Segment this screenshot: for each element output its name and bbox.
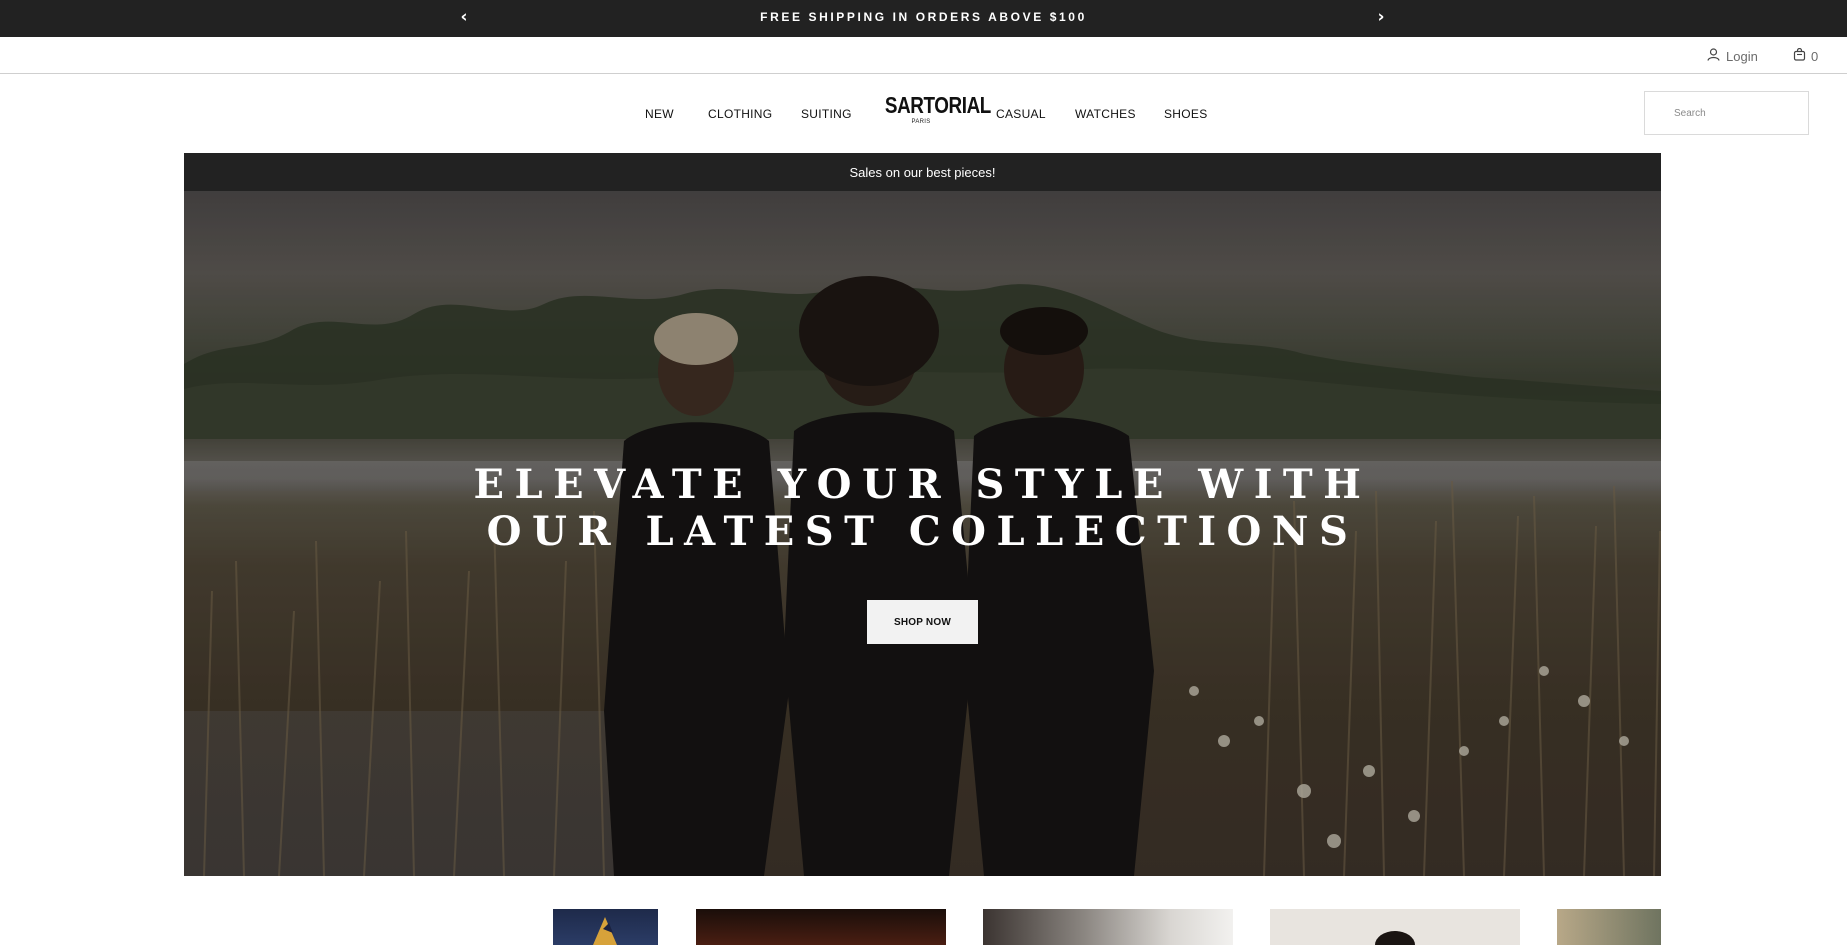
logo-wordmark: SARTORIAL	[884, 92, 991, 118]
hero-section: Sales on our best pieces! ELEVATE YOUR S…	[184, 153, 1661, 876]
category-strip	[0, 909, 1847, 945]
category-card[interactable]	[983, 909, 1233, 945]
nav-item-clothing[interactable]: CLOTHING	[708, 107, 772, 121]
hero-headline-line1: ELEVATE YOUR STYLE WITH	[473, 461, 1372, 508]
nav-item-new[interactable]: NEW	[645, 107, 674, 121]
announcement-bar: ‹ FREE SHIPPING IN ORDERS ABOVE $100 ›	[0, 0, 1847, 37]
chevron-right-icon[interactable]: ›	[1369, 0, 1393, 37]
nav-item-casual[interactable]: CASUAL	[996, 107, 1046, 121]
hero-headline-line2: OUR LATEST COLLECTIONS	[486, 508, 1359, 555]
category-card[interactable]	[553, 909, 658, 945]
user-icon	[1707, 48, 1720, 64]
sales-banner: Sales on our best pieces!	[184, 153, 1661, 191]
logo-subtitle: PARIS	[911, 119, 931, 125]
brand-logo[interactable]: SARTORIAL PARIS	[877, 92, 991, 128]
cart-count: 0	[1811, 48, 1819, 64]
main-nav: NEW CLOTHING SUITING SARTORIAL PARIS CAS…	[0, 75, 1847, 153]
category-card[interactable]	[1557, 909, 1661, 945]
cart-icon	[1793, 47, 1806, 64]
nav-item-watches[interactable]: WATCHES	[1075, 107, 1136, 121]
nav-item-suiting[interactable]: SUITING	[801, 107, 852, 121]
hero-headline: ELEVATE YOUR STYLE WITH OUR LATEST COLLE…	[184, 461, 1661, 555]
login-label: Login	[1726, 48, 1758, 64]
search-input[interactable]	[1644, 91, 1809, 135]
category-card[interactable]	[1270, 909, 1520, 945]
nav-item-shoes[interactable]: SHOES	[1164, 107, 1208, 121]
category-card[interactable]	[696, 909, 946, 945]
shop-now-button[interactable]: SHOP NOW	[867, 600, 978, 644]
cart-button[interactable]: 0	[1793, 46, 1818, 66]
login-link[interactable]: Login	[1707, 46, 1758, 66]
announcement-text: FREE SHIPPING IN ORDERS ABOVE $100	[760, 10, 1087, 24]
utility-bar: Login 0	[0, 37, 1847, 74]
